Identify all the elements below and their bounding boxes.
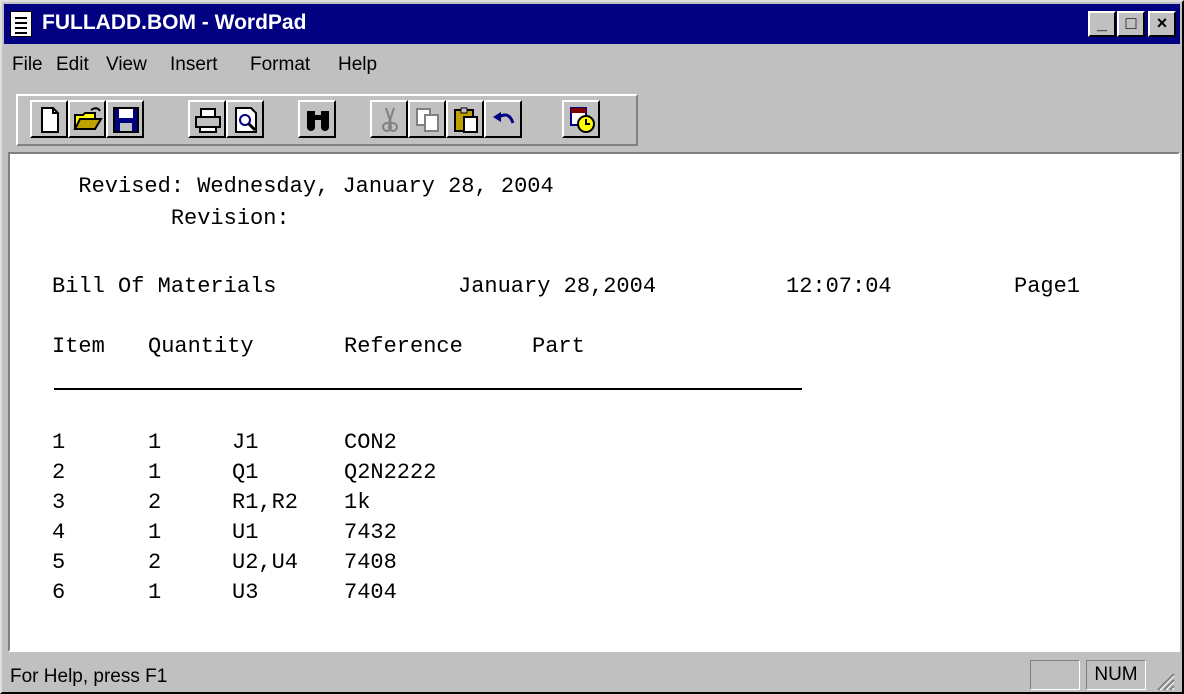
- resize-grip-icon[interactable]: [1152, 668, 1176, 692]
- status-help-text: For Help, press F1: [10, 666, 168, 687]
- save-button[interactable]: [106, 100, 144, 138]
- column-quantity: Quantity: [148, 334, 254, 359]
- open-icon: [73, 107, 103, 130]
- print-icon: [195, 108, 221, 133]
- row-6-quantity: 1: [148, 580, 162, 605]
- menu-edit[interactable]: Edit: [56, 54, 89, 76]
- row-3-reference: R1,R2: [232, 490, 299, 515]
- cut-button[interactable]: [370, 100, 408, 138]
- copy-button[interactable]: [408, 100, 446, 138]
- cut-icon: [382, 107, 398, 132]
- copy-icon: [416, 108, 439, 132]
- print-preview-button[interactable]: [226, 100, 264, 138]
- print-preview-icon: [235, 107, 257, 133]
- row-4-item: 4: [52, 520, 66, 545]
- row-3-quantity: 2: [148, 490, 162, 515]
- wordpad-window: FULLADD.BOM - WordPad _ □ × File Edit Vi…: [0, 0, 1184, 694]
- bom-time: 12:07:04: [786, 274, 892, 299]
- row-3-item: 3: [52, 490, 66, 515]
- close-icon: ×: [1156, 13, 1168, 33]
- close-button[interactable]: ×: [1148, 11, 1176, 37]
- minimize-button[interactable]: _: [1088, 11, 1116, 37]
- paste-button[interactable]: [446, 100, 484, 138]
- row-1-part: CON2: [344, 430, 397, 455]
- menu-format[interactable]: Format: [250, 54, 310, 76]
- revision-line: Revision:: [52, 206, 290, 231]
- wordpad-app-icon[interactable]: [10, 11, 32, 37]
- find-icon: [307, 111, 329, 131]
- save-icon: [113, 107, 139, 133]
- bom-date: January 28,2004: [458, 274, 657, 299]
- bom-page: Page1: [1014, 274, 1081, 299]
- date-time-icon: [570, 107, 595, 133]
- row-6-reference: U3: [232, 580, 259, 605]
- row-1-reference: J1: [232, 430, 259, 455]
- status-panel-blank: [1030, 660, 1080, 690]
- row-1-item: 1: [52, 430, 66, 455]
- num-lock-indicator: NUM: [1086, 660, 1146, 690]
- row-2-part: Q2N2222: [344, 460, 437, 485]
- document-editor[interactable]: Revised: Wednesday, January 28, 2004 Rev…: [8, 152, 1180, 652]
- status-bar: For Help, press F1 NUM: [4, 656, 1180, 694]
- row-4-quantity: 1: [148, 520, 162, 545]
- row-2-item: 2: [52, 460, 66, 485]
- new-button[interactable]: [30, 100, 68, 138]
- find-button[interactable]: [298, 100, 336, 138]
- minimize-icon: _: [1096, 13, 1107, 33]
- row-3-part: 1k: [344, 490, 371, 515]
- row-5-reference: U2,U4: [232, 550, 299, 575]
- row-6-part: 7404: [344, 580, 397, 605]
- column-reference: Reference: [344, 334, 463, 359]
- row-2-reference: Q1: [232, 460, 259, 485]
- row-4-part: 7432: [344, 520, 397, 545]
- row-5-item: 5: [52, 550, 66, 575]
- open-button[interactable]: [68, 100, 106, 138]
- menu-bar: File Edit View Insert Format Help: [4, 46, 1180, 86]
- print-button[interactable]: [188, 100, 226, 138]
- row-4-reference: U1: [232, 520, 259, 545]
- window-title: FULLADD.BOM - WordPad: [42, 11, 307, 34]
- undo-icon: [493, 112, 515, 124]
- row-6-item: 6: [52, 580, 66, 605]
- maximize-icon: □: [1125, 13, 1137, 33]
- date-time-button[interactable]: [562, 100, 600, 138]
- row-1-quantity: 1: [148, 430, 162, 455]
- row-5-part: 7408: [344, 550, 397, 575]
- header-rule: [54, 388, 802, 390]
- revised-line: Revised: Wednesday, January 28, 2004: [52, 174, 554, 199]
- maximize-button[interactable]: □: [1117, 11, 1145, 37]
- menu-insert[interactable]: Insert: [170, 54, 218, 76]
- column-part: Part: [532, 334, 585, 359]
- bom-title: Bill Of Materials: [52, 274, 277, 299]
- undo-button[interactable]: [484, 100, 522, 138]
- column-item: Item: [52, 334, 105, 359]
- title-bar[interactable]: FULLADD.BOM - WordPad _ □ ×: [4, 4, 1180, 44]
- menu-file[interactable]: File: [12, 54, 43, 76]
- menu-view[interactable]: View: [106, 54, 147, 76]
- paste-icon: [454, 107, 478, 133]
- new-icon: [41, 107, 59, 133]
- menu-help[interactable]: Help: [338, 54, 377, 76]
- row-2-quantity: 1: [148, 460, 162, 485]
- row-5-quantity: 2: [148, 550, 162, 575]
